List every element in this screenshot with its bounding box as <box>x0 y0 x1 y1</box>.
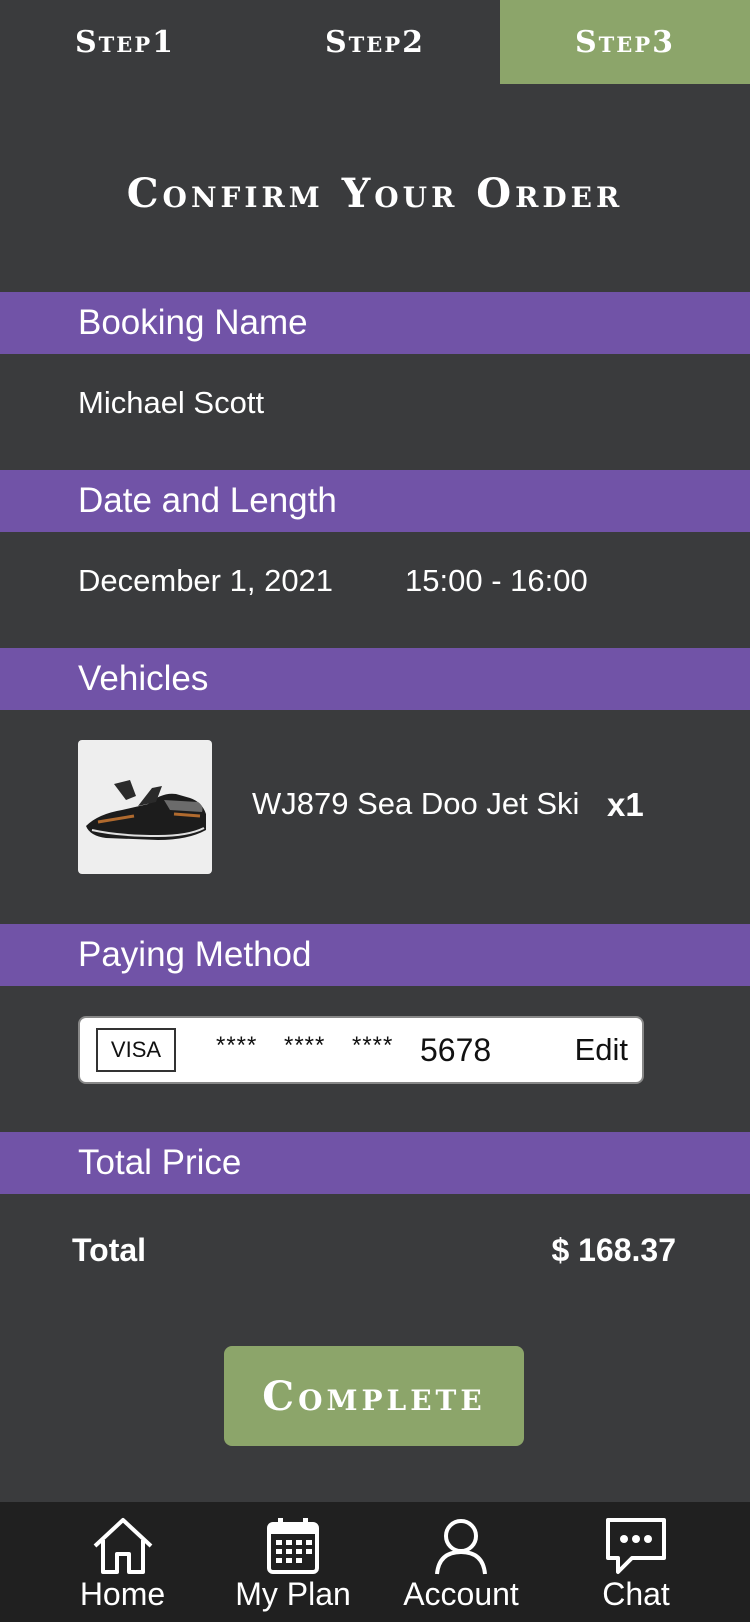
tab-label: Account <box>403 1576 519 1612</box>
section-header-label: Booking Name <box>78 303 308 342</box>
booking-name-value: Michael Scott <box>78 385 265 420</box>
tab-chat[interactable]: Chat <box>596 1502 676 1622</box>
section-header-booking: Booking Name <box>0 292 750 354</box>
section-header-label: Vehicles <box>78 659 209 698</box>
tab-step1[interactable]: Step1 <box>0 0 250 84</box>
booking-time-value: 15:00 - 16:00 <box>405 563 588 598</box>
section-header-label: Date and Length <box>78 481 337 520</box>
section-header-label: Paying Method <box>78 935 312 974</box>
chat-icon <box>606 1518 666 1574</box>
tab-step2[interactable]: Step2 <box>250 0 500 84</box>
section-header-paying: Paying Method <box>0 924 750 986</box>
total-value: $ 168.37 <box>551 1232 676 1268</box>
section-header-label: Total Price <box>78 1143 242 1182</box>
home-icon <box>93 1518 152 1574</box>
tab-step3[interactable]: Step3 <box>500 0 750 84</box>
tab-label: Home <box>79 1576 166 1612</box>
step-tabs: Step1 Step2 Step3 <box>0 0 750 84</box>
visa-logo: VISA <box>96 1028 176 1072</box>
card-mask-2: **** <box>284 1032 326 1059</box>
tab-account[interactable]: Account <box>398 1502 524 1622</box>
complete-button[interactable]: Complete <box>224 1346 524 1446</box>
tab-label: Chat <box>602 1576 670 1612</box>
vehicle-name: WJ879 Sea Doo Jet Ski <box>252 786 580 821</box>
tab-my-plan[interactable]: My Plan <box>228 1502 358 1622</box>
calendar-icon <box>267 1518 319 1574</box>
edit-payment-button[interactable]: Edit <box>575 1032 628 1068</box>
payment-card[interactable]: VISA **** **** **** 5678 Edit <box>78 1016 644 1084</box>
tab-label: My Plan <box>235 1576 351 1612</box>
vehicle-quantity: x1 <box>607 786 644 823</box>
card-mask-1: **** <box>216 1032 258 1059</box>
vehicle-image <box>78 740 212 874</box>
user-icon <box>435 1519 487 1575</box>
tab-home[interactable]: Home <box>70 1502 175 1622</box>
total-label: Total <box>72 1232 147 1268</box>
booking-date-value: December 1, 2021 <box>78 563 334 598</box>
card-mask-3: **** <box>352 1032 394 1059</box>
bottom-tabbar: Home My Plan Account Chat <box>0 1502 750 1622</box>
section-header-date: Date and Length <box>0 470 750 532</box>
section-header-vehicles: Vehicles <box>0 648 750 710</box>
section-header-total: Total Price <box>0 1132 750 1194</box>
card-last4: 5678 <box>420 1032 492 1068</box>
page-title: Confirm Your Order <box>126 170 624 217</box>
